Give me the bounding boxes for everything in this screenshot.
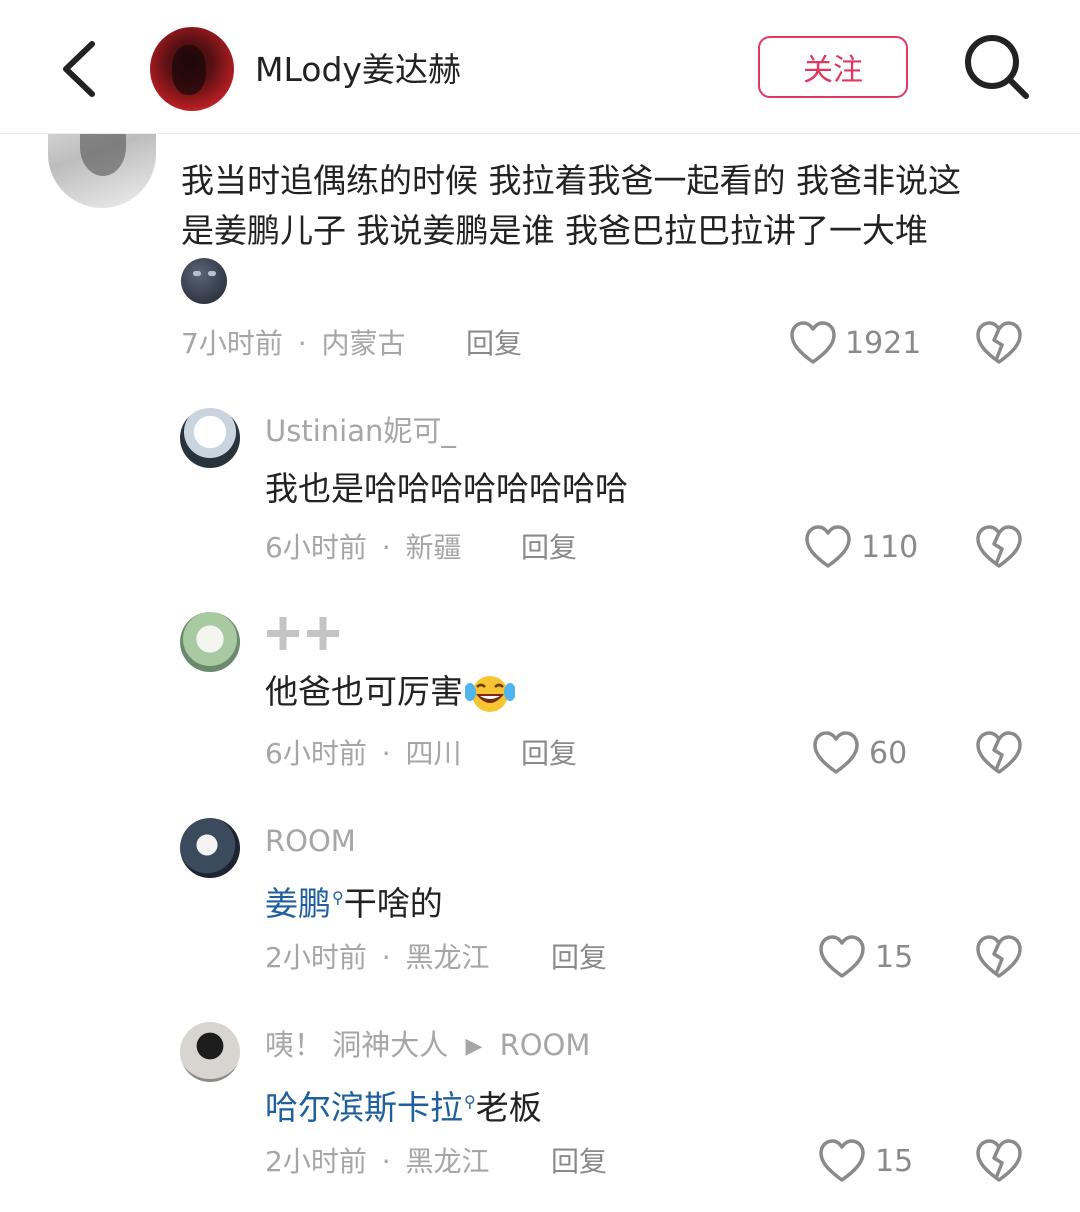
search-small-icon: ⚲: [332, 888, 344, 907]
chevron-left-icon: [63, 41, 95, 97]
new-moon-face-emoji: [181, 258, 227, 304]
author-avatar[interactable]: [150, 27, 234, 111]
reply-avatar[interactable]: [180, 1022, 240, 1082]
reply-location: 黑龙江: [405, 1145, 490, 1178]
reply-meta: 6小时前 · 四川: [265, 737, 462, 771]
follow-button[interactable]: 关注: [758, 36, 908, 98]
reply-text-wrap: 姜鹏⚲干啥的: [265, 873, 443, 929]
search-small-icon: ⚲: [464, 1092, 476, 1111]
plus-plus-icon[interactable]: [265, 614, 345, 654]
like-count: 15: [875, 1144, 914, 1179]
search-link[interactable]: 姜鹏: [265, 884, 331, 923]
reply-meta: 6小时前 · 新疆: [265, 531, 462, 565]
search-button[interactable]: [960, 30, 1032, 102]
broken-heart-icon[interactable]: [975, 730, 1023, 776]
meta-separator: ·: [297, 327, 307, 360]
reply-avatar[interactable]: [180, 818, 240, 878]
broken-heart-icon[interactable]: [975, 1138, 1023, 1184]
meta-separator: ·: [381, 737, 391, 770]
reply-username[interactable]: ROOM: [265, 823, 356, 859]
reply-avatar[interactable]: [180, 408, 240, 468]
reply-button[interactable]: 回复: [551, 941, 607, 975]
reply-meta: 2小时前 · 黑龙江: [265, 941, 490, 975]
comment-meta: 7小时前 · 内蒙古: [181, 327, 406, 361]
reply-avatar[interactable]: [180, 612, 240, 672]
back-button[interactable]: [56, 36, 116, 102]
author-name[interactable]: MLody姜达赫: [255, 50, 461, 90]
meta-separator: ·: [381, 531, 391, 564]
reply-text: 他爸也可厉害: [265, 672, 463, 711]
reply-username[interactable]: 咦！ 洞神大人: [265, 1028, 448, 1062]
reply-button[interactable]: 回复: [521, 737, 577, 771]
reply-text: 我也是哈哈哈哈哈哈哈哈: [265, 469, 628, 508]
reply-meta: 2小时前 · 黑龙江: [265, 1145, 490, 1179]
heart-icon[interactable]: [789, 320, 837, 366]
meta-separator: ·: [381, 1145, 391, 1178]
reply-header: 咦！ 洞神大人 ▶ ROOM: [265, 1027, 590, 1065]
reply-time: 2小时前: [265, 941, 367, 974]
heart-icon[interactable]: [818, 1138, 866, 1184]
heart-icon[interactable]: [804, 524, 852, 570]
top-bar: MLody姜达赫 关注: [0, 0, 1080, 134]
reply-button[interactable]: 回复: [466, 327, 522, 361]
comment-text-line: 是姜鹏儿子 我说姜鹏是谁 我爸巴拉巴拉讲了一大堆: [181, 211, 928, 250]
meta-separator: ·: [381, 941, 391, 974]
reply-username[interactable]: Ustinian妮可_: [265, 413, 456, 449]
reply-text-wrap: 他爸也可厉害: [265, 667, 515, 717]
reply-time: 6小时前: [265, 531, 367, 564]
search-icon: [965, 35, 1029, 99]
broken-heart-icon[interactable]: [975, 320, 1023, 366]
reply-location: 新疆: [405, 531, 462, 564]
reply-location: 四川: [405, 737, 462, 770]
search-link[interactable]: 哈尔滨斯卡拉: [265, 1088, 463, 1127]
reply-time: 2小时前: [265, 1145, 367, 1178]
reply-text: 干啥的: [343, 884, 443, 923]
reply-button[interactable]: 回复: [551, 1145, 607, 1179]
reply-time: 6小时前: [265, 737, 367, 770]
reply-to-username[interactable]: ROOM: [500, 1028, 591, 1062]
like-count: 15: [875, 940, 914, 975]
reply-location: 黑龙江: [405, 941, 490, 974]
broken-heart-icon[interactable]: [975, 524, 1023, 570]
like-count: 110: [861, 530, 919, 565]
reply-text-wrap: 哈尔滨斯卡拉⚲老板: [265, 1077, 542, 1133]
comment-text-line: 我当时追偶练的时候 我拉着我爸一起看的 我爸非说这: [181, 161, 961, 200]
like-count: 1921: [845, 326, 922, 361]
reply-text: 老板: [475, 1088, 542, 1127]
broken-heart-icon[interactable]: [975, 934, 1023, 980]
heart-icon[interactable]: [818, 934, 866, 980]
heart-icon[interactable]: [812, 730, 860, 776]
laughing-tears-emoji: [465, 675, 515, 712]
comment-location: 内蒙古: [321, 327, 406, 360]
reply-button[interactable]: 回复: [521, 531, 577, 565]
reply-to-arrow-icon: ▶: [465, 1034, 483, 1059]
comment-time: 7小时前: [181, 327, 283, 360]
like-count: 60: [869, 736, 908, 771]
